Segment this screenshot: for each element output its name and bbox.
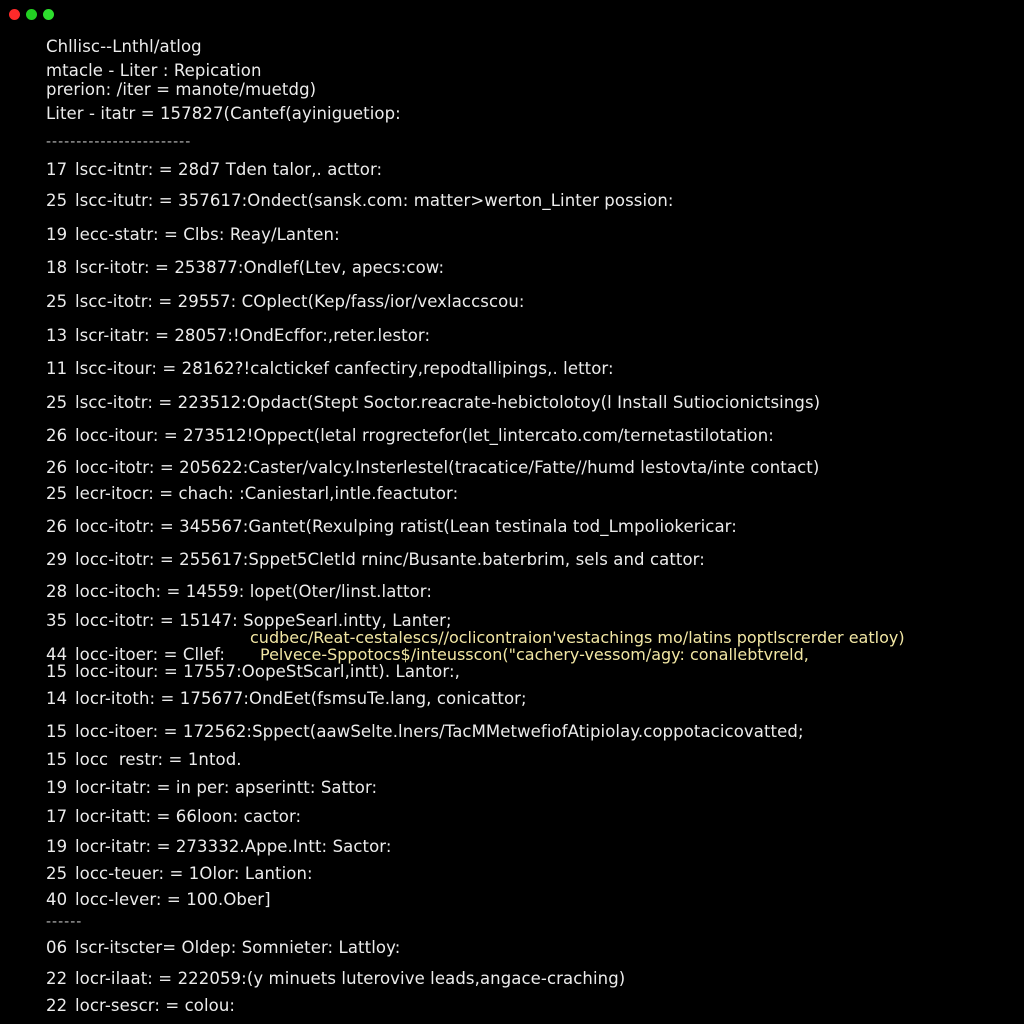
terminal-row: 26 locc-itour: = 273512!Oppect(letal rrog… bbox=[46, 426, 774, 446]
row-number: 18 bbox=[46, 258, 68, 277]
terminal-row: 15 locc-itour: = 17557:OopeStScarl,intt).… bbox=[46, 662, 460, 682]
row-number: 11 bbox=[46, 359, 68, 378]
row-number: 19 bbox=[46, 837, 68, 856]
row-text: lscc-itotr: = 223512:Opdact(Stept Soctor… bbox=[75, 393, 821, 412]
row-text: lscr-itotr: = 253877:Ondlef(Ltev, apecs:… bbox=[75, 258, 445, 277]
row-text: locr-sescr: = colou: bbox=[75, 996, 236, 1015]
row-text: lscc-itntr: = 28d7 Tden talor,. acttor: bbox=[75, 160, 383, 179]
row-text: lecr-itocr: = chach: :Caniestarl,intle.f… bbox=[75, 484, 459, 503]
terminal-row: 14 locr-itoth: = 175677:OndEet(fsmsuTe.la… bbox=[46, 689, 527, 709]
row-number: 14 bbox=[46, 689, 68, 708]
row-number: 15 bbox=[46, 750, 68, 769]
row-text: locr-itatr: = 273332.Appe.Intt: Sactor: bbox=[75, 837, 392, 856]
row-text: lscr-itscter= Oldep: Somnieter: Lattloy: bbox=[75, 938, 401, 957]
row-number: 29 bbox=[46, 550, 68, 569]
row-number: 25 bbox=[46, 393, 68, 412]
row-text: locc-itotr: = 345567:Gantet(Rexulping ra… bbox=[75, 517, 737, 536]
terminal-window: Chllisc--Lnthl/atlog mtacle - Liter : Re… bbox=[0, 0, 1024, 1024]
window-controls bbox=[9, 9, 54, 20]
terminal-row: 18 lscr-itotr: = 253877:Ondlef(Ltev, apec… bbox=[46, 258, 444, 278]
separator-rule: ------------------------ bbox=[46, 134, 192, 150]
terminal-row: 28 locc-itoch: = 14559: lopet(Oter/linst.… bbox=[46, 582, 432, 602]
row-text: locr-itatr: = in per: apserintt: Sattor: bbox=[75, 778, 378, 797]
terminal-row: 25 lscc-itotr: = 223512:Opdact(Stept Soct… bbox=[46, 393, 820, 413]
terminal-row: 40 locc-lever: = 100.Ober] bbox=[46, 890, 271, 910]
row-text: locc-itoch: = 14559: lopet(Oter/linst.la… bbox=[75, 582, 433, 601]
terminal-row: 29 locc-itotr: = 255617:Sppet5Cletld rnin… bbox=[46, 550, 705, 570]
row-number: 26 bbox=[46, 426, 68, 445]
row-number: 17 bbox=[46, 160, 68, 179]
row-text: lscc-itutr: = 357617:Ondect(sansk.com: m… bbox=[75, 191, 674, 210]
terminal-row: 22 locr-sescr: = colou: bbox=[46, 996, 235, 1016]
row-text: locc-itour: = 17557:OopeStScarl,intt). L… bbox=[75, 662, 460, 681]
row-text: lscc-itotr: = 29557: COplect(Kep/fass/io… bbox=[75, 292, 525, 311]
row-number: 22 bbox=[46, 969, 68, 988]
row-text: locr-ilaat: = 222059:(y minuets luterovi… bbox=[75, 969, 626, 988]
row-text: lscc-itour: = 28162?!calctickef canfecti… bbox=[75, 359, 614, 378]
row-number: 25 bbox=[46, 484, 68, 503]
terminal-row: 19 locr-itatr: = 273332.Appe.Intt: Sactor… bbox=[46, 837, 392, 857]
header-line: mtacle - Liter : Repication bbox=[46, 61, 262, 80]
row-number: 15 bbox=[46, 662, 68, 681]
terminal-row: 13 lscr-itatr: = 28057:!OndEcffor:,reter.… bbox=[46, 326, 430, 346]
row-number: 35 bbox=[46, 611, 68, 630]
header-line: Liter - itatr = 157827(Cantef(ayinigueti… bbox=[46, 104, 401, 123]
row-text: locc restr: = 1ntod. bbox=[75, 750, 242, 769]
row-text: locc-itour: = 273512!Oppect(letal rrogre… bbox=[75, 426, 774, 445]
minimize-window-button[interactable] bbox=[26, 9, 37, 20]
row-number: 19 bbox=[46, 778, 68, 797]
terminal-row: 25 locc-teuer: = 1Olor: Lantion: bbox=[46, 864, 313, 884]
terminal-row: 17 locr-itatt: = 66loon: cactor: bbox=[46, 807, 301, 827]
row-number: 25 bbox=[46, 191, 68, 210]
terminal-row: 06 lscr-itscter= Oldep: Somnieter: Lattlo… bbox=[46, 938, 400, 958]
terminal-row: 26 locc-itotr: = 205622:Caster/valcy.Inst… bbox=[46, 458, 819, 478]
separator-rule: ------ bbox=[46, 914, 83, 930]
terminal-row: 26 locc-itotr: = 345567:Gantet(Rexulping … bbox=[46, 517, 737, 537]
terminal-row: 25 lscc-itotr: = 29557: COplect(Kep/fass/… bbox=[46, 292, 525, 312]
terminal-row: 19 locr-itatr: = in per: apserintt: Satto… bbox=[46, 778, 377, 798]
terminal-row: 11 lscc-itour: = 28162?!calctickef canfec… bbox=[46, 359, 614, 379]
row-number: 15 bbox=[46, 722, 68, 741]
row-number: 19 bbox=[46, 225, 68, 244]
row-number: 06 bbox=[46, 938, 68, 957]
row-text: locc-itotr: = 205622:Caster/valcy.Inster… bbox=[75, 458, 820, 477]
row-text: locr-itatt: = 66loon: cactor: bbox=[75, 807, 302, 826]
row-text: locc-itoer: = 172562:Sppect(aawSelte.lne… bbox=[75, 722, 804, 741]
header-line: prerion: /iter = manote/muetdg) bbox=[46, 80, 317, 99]
terminal-row: 19 lecc-statr: = Clbs: Reay/Lanten: bbox=[46, 225, 340, 245]
terminal-row: 25 lscc-itutr: = 357617:Ondect(sansk.com:… bbox=[46, 191, 674, 211]
row-text: lscr-itatr: = 28057:!OndEcffor:,reter.le… bbox=[75, 326, 431, 345]
row-number: 26 bbox=[46, 517, 68, 536]
row-number: 25 bbox=[46, 864, 68, 883]
terminal-row: 17 lscc-itntr: = 28d7 Tden talor,. acttor… bbox=[46, 160, 382, 180]
terminal-row: 15 locc restr: = 1ntod. bbox=[46, 750, 242, 770]
maximize-window-button[interactable] bbox=[43, 9, 54, 20]
row-text: locc-lever: = 100.Ober] bbox=[75, 890, 271, 909]
row-number: 13 bbox=[46, 326, 68, 345]
close-window-button[interactable] bbox=[9, 9, 20, 20]
row-number: 17 bbox=[46, 807, 68, 826]
row-text: lecc-statr: = Clbs: Reay/Lanten: bbox=[75, 225, 340, 244]
row-text: locc-teuer: = 1Olor: Lantion: bbox=[75, 864, 313, 883]
terminal-row: 22 locr-ilaat: = 222059:(y minuets lutero… bbox=[46, 969, 625, 989]
terminal-row: 25 lecr-itocr: = chach: :Caniestarl,intle… bbox=[46, 484, 458, 504]
row-number: 40 bbox=[46, 890, 68, 909]
row-text: locr-itoth: = 175677:OndEet(fsmsuTe.lang… bbox=[75, 689, 527, 708]
row-number: 26 bbox=[46, 458, 68, 477]
row-text: locc-itotr: = 255617:Sppet5Cletld rninc/… bbox=[75, 550, 705, 569]
row-number: 22 bbox=[46, 996, 68, 1015]
header-line: Chllisc--Lnthl/atlog bbox=[46, 37, 202, 56]
terminal-row: 15 locc-itoer: = 172562:Sppect(aawSelte.l… bbox=[46, 722, 804, 742]
row-number: 28 bbox=[46, 582, 68, 601]
row-number: 25 bbox=[46, 292, 68, 311]
